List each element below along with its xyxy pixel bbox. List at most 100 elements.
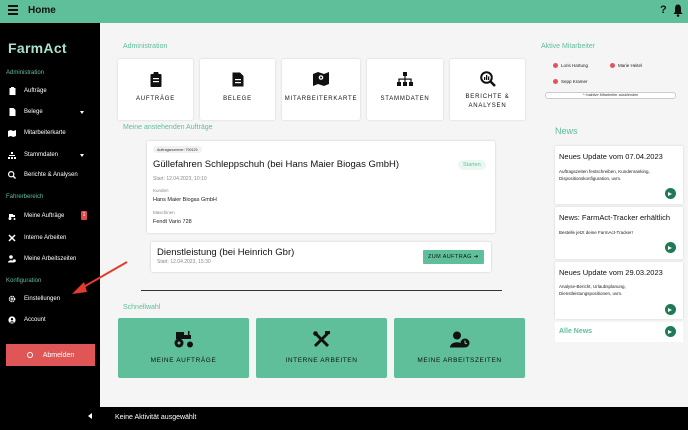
- sidebar-item-interne-arbeiten[interactable]: Interne Arbeiten: [0, 230, 100, 246]
- start-button[interactable]: Starten: [458, 160, 486, 170]
- help-icon[interactable]: ?: [660, 4, 667, 16]
- document-icon: [232, 71, 244, 87]
- sidebar-item-label: Aufträge: [24, 88, 47, 94]
- news-title: Neues Update vom 29.03.2023: [559, 268, 663, 277]
- bell-icon[interactable]: [673, 4, 683, 17]
- sidebar-item-auftraege[interactable]: Aufträge: [0, 83, 100, 99]
- status-dot: [553, 79, 558, 84]
- customer-value: Hans Maier Biogas GmbH: [153, 197, 217, 203]
- top-bar: Home ?: [0, 0, 688, 23]
- status-text: Keine Aktivität ausgewählt: [115, 414, 197, 421]
- news-body: Analyse-Bericht, Urlaubsplanung, Dienstl…: [559, 284, 626, 296]
- news-item[interactable]: News: FarmAct-Tracker erhältlich Bestell…: [555, 207, 683, 259]
- quick-tile-interne-arbeiten[interactable]: INTERNE ARBEITEN: [256, 318, 387, 378]
- all-news-link[interactable]: Alle News: [555, 322, 683, 342]
- power-icon: [26, 352, 33, 358]
- section-konfiguration: Konfiguration: [6, 278, 42, 284]
- sidebar-item-label: Meine Arbeitszeiten: [24, 256, 77, 262]
- quick-tile-label: INTERNE ARBEITEN: [285, 357, 358, 364]
- staff-entry[interactable]: Sepp Kramer: [553, 79, 588, 84]
- sidebar-item-account[interactable]: Account: [0, 312, 100, 328]
- magnifier-chart-icon: [479, 71, 496, 87]
- sidebar-item-mitarbeiterkarte[interactable]: Mitarbeiterkarte: [0, 125, 100, 141]
- map-marker-icon: [313, 71, 329, 87]
- gear-icon: [8, 295, 16, 303]
- active-staff-panel: Loris Hartung Marie Heitel Sepp Kramer: [542, 54, 678, 94]
- sidebar-item-label: Stammdaten: [24, 152, 59, 158]
- collapse-sidebar-icon[interactable]: [88, 413, 92, 419]
- tractor-icon: [8, 212, 16, 220]
- arrow-right-icon[interactable]: [665, 242, 676, 253]
- tile-belege[interactable]: BELEGE: [200, 59, 275, 120]
- news-item[interactable]: Neues Update vom 29.03.2023 Analyse-Beri…: [555, 262, 683, 319]
- tools-icon: [8, 234, 16, 242]
- tile-label: MITARBEITERKARTE: [284, 96, 358, 102]
- divider: [141, 290, 502, 291]
- logout-label: Abmelden: [42, 351, 75, 359]
- tile-auftraege[interactable]: AUFTRÄGE: [118, 59, 193, 120]
- tile-label: BERICHTE & ANALYSEN: [465, 94, 510, 109]
- arrow-right-icon[interactable]: [665, 304, 676, 315]
- quick-tile-meine-auftraege[interactable]: MEINE AUFTRÄGE: [118, 318, 249, 378]
- sidebar-item-meine-arbeitszeiten[interactable]: Meine Arbeitszeiten: [0, 251, 100, 267]
- hierarchy-icon: [397, 71, 413, 87]
- hide-inactive-staff-button[interactable]: ^ Inaktive Mitarbeiter ausblenden: [545, 92, 676, 99]
- order-card[interactable]: Dienstleistung (bei Heinrich Gbr) Start:…: [151, 242, 491, 272]
- heading-pending-orders: Meine anstehenden Aufträge: [123, 124, 213, 131]
- tile-label: STAMMDATEN: [380, 96, 430, 102]
- news-title: News: FarmAct-Tracker erhältlich: [559, 213, 670, 222]
- to-order-button[interactable]: ZUM AUFTRAG ➔: [423, 250, 484, 264]
- order-title: Dienstleistung (bei Heinrich Gbr): [157, 247, 295, 258]
- app-logo: FarmAct: [8, 40, 67, 56]
- sidebar-item-stammdaten[interactable]: Stammdaten: [0, 147, 100, 163]
- map-icon: [8, 129, 16, 137]
- chevron-down-icon[interactable]: [80, 111, 84, 114]
- machines-label: Maschinen: [153, 210, 175, 215]
- count-badge: 1: [81, 211, 87, 220]
- heading-administration: Administration: [123, 43, 168, 50]
- clipboard-icon: [8, 87, 16, 95]
- news-item[interactable]: Neues Update vom 07.04.2023 Auftragszeit…: [555, 146, 683, 204]
- hamburger-menu-icon[interactable]: [8, 5, 18, 17]
- quick-tile-meine-arbeitszeiten[interactable]: MEINE ARBEITSZEITEN: [394, 318, 525, 378]
- heading-quick-select: Schnellwahl: [123, 304, 161, 311]
- order-card[interactable]: Auftragsnummer: 799129 Güllefahren Schle…: [147, 141, 495, 233]
- sidebar-item-einstellungen[interactable]: Einstellungen: [0, 291, 100, 307]
- news-body: Auftragszeiten festschreiben, Kundenrank…: [559, 169, 650, 181]
- staff-entry[interactable]: Marie Heitel: [610, 63, 642, 68]
- magnifier-chart-icon: [8, 171, 16, 179]
- tile-berichte[interactable]: BERICHTE & ANALYSEN: [450, 59, 525, 120]
- customer-label: Kunden: [153, 188, 169, 193]
- sidebar-item-label: Berichte & Analysen: [24, 172, 78, 178]
- tile-label: AUFTRÄGE: [135, 96, 176, 102]
- tile-mitarbeiterkarte[interactable]: MITARBEITERKARTE: [282, 59, 360, 120]
- arrow-right-icon[interactable]: [665, 188, 676, 199]
- sidebar-item-label: Interne Arbeiten: [24, 235, 67, 241]
- order-start: Start: 12.04.2023, 10:10: [153, 176, 207, 182]
- status-dot: [610, 63, 615, 68]
- arrow-right-icon[interactable]: [665, 326, 676, 337]
- status-bar: Keine Aktivität ausgewählt: [100, 407, 688, 430]
- sidebar-item-label: Einstellungen: [24, 296, 61, 302]
- machine-value: Fendt Vario 728: [153, 219, 192, 225]
- page-title: Home: [28, 5, 56, 16]
- chevron-down-icon[interactable]: [80, 154, 84, 157]
- tile-stammdaten[interactable]: STAMMDATEN: [367, 59, 443, 120]
- sidebar-item-label: Belege: [24, 109, 43, 115]
- logout-button[interactable]: Abmelden: [6, 344, 95, 366]
- clipboard-icon: [150, 71, 162, 87]
- sidebar-item-berichte[interactable]: Berichte & Analysen: [0, 167, 100, 183]
- tractor-icon: [173, 330, 195, 348]
- tile-label: BELEGE: [223, 96, 252, 102]
- order-number-pill: Auftragsnummer: 799129: [153, 146, 202, 153]
- all-news-label: Alle News: [559, 328, 593, 335]
- user-clock-icon: [449, 330, 470, 348]
- sidebar-item-belege[interactable]: Belege: [0, 104, 100, 120]
- section-fahrerbereich: Fahrerbereich: [6, 194, 44, 200]
- news-title: Neues Update vom 07.04.2023: [559, 152, 663, 161]
- sidebar-item-meine-auftraege[interactable]: Meine Aufträge 1: [0, 208, 100, 224]
- account-icon: [8, 316, 16, 324]
- tools-icon: [313, 330, 330, 348]
- news-body: Bestelle jetzt deine FarmAct-Tracker!: [559, 230, 633, 235]
- staff-entry[interactable]: Loris Hartung: [553, 63, 588, 68]
